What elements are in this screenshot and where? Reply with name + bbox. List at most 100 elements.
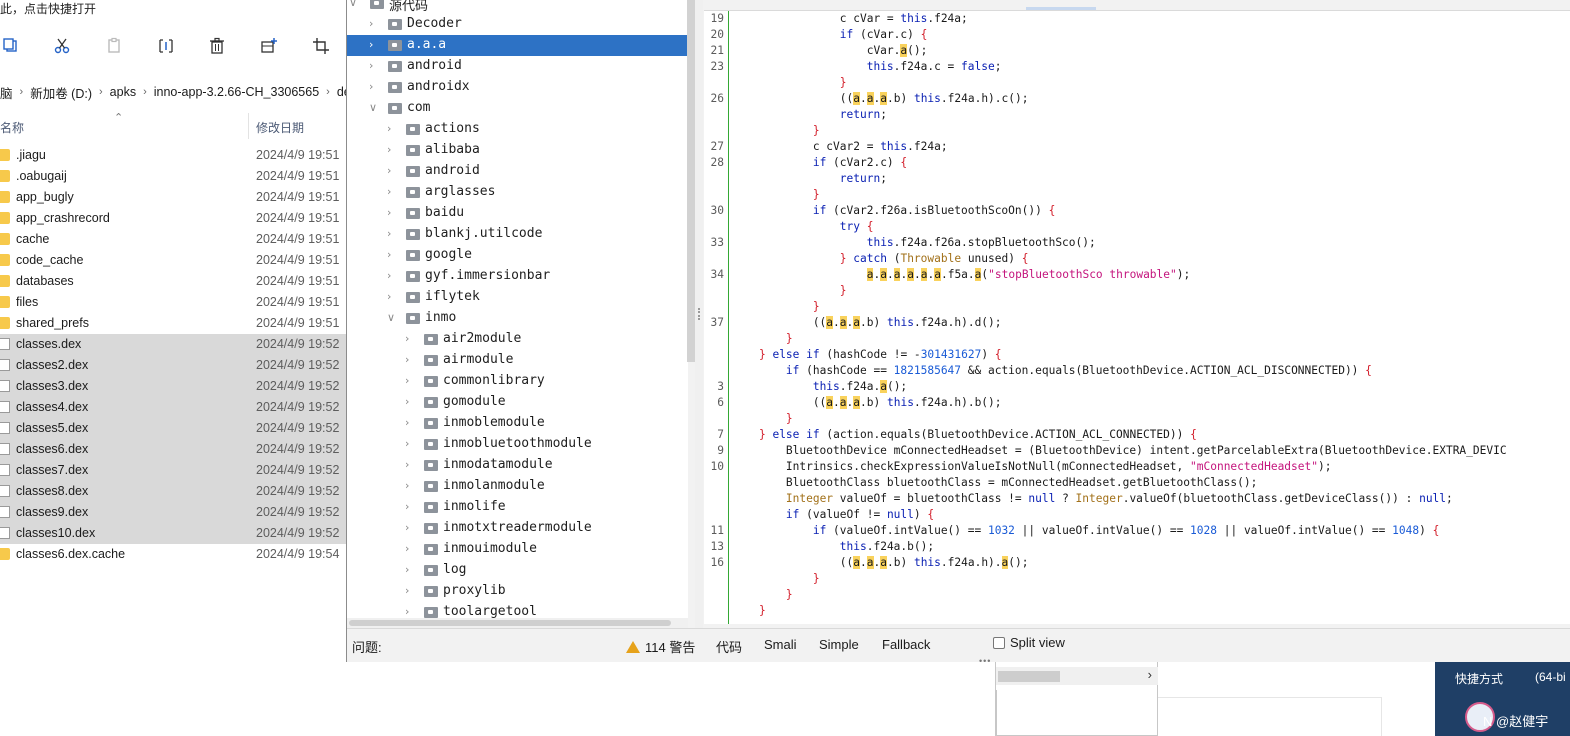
chevron-right-icon[interactable]: › — [405, 542, 415, 555]
rename-icon[interactable] — [155, 34, 177, 58]
pane-splitter[interactable] — [695, 0, 703, 628]
breadcrumb-item[interactable]: 脑 — [0, 83, 13, 102]
scrollbar-thumb[interactable] — [349, 620, 671, 626]
breadcrumb-item[interactable]: inno-app-3.2.66-CH_3306565 — [154, 85, 319, 99]
column-divider[interactable] — [248, 113, 249, 139]
file-row[interactable]: shared_prefs 2024/4/9 19:51 — [0, 313, 346, 334]
tree-item-package[interactable]: ∨ com — [347, 98, 688, 119]
breadcrumb-item[interactable]: apks — [110, 85, 136, 99]
file-row[interactable]: app_crashrecord 2024/4/9 19:51 — [0, 208, 346, 229]
chevron-right-icon[interactable]: › — [405, 374, 415, 387]
file-row[interactable]: classes8.dex 2024/4/9 19:52 — [0, 481, 346, 502]
tree-item-package[interactable]: › inmolanmodule — [347, 476, 688, 497]
tree-vertical-scrollbar[interactable] — [687, 0, 695, 362]
file-row[interactable]: classes7.dex 2024/4/9 19:52 — [0, 460, 346, 481]
background-horizontal-scrollbar[interactable]: › — [996, 667, 1158, 685]
tree-item-package[interactable]: › android — [347, 56, 688, 77]
file-row[interactable]: classes.dex 2024/4/9 19:52 — [0, 334, 346, 355]
chevron-right-icon[interactable]: › — [387, 227, 397, 240]
column-name-header[interactable]: 名称 — [0, 119, 24, 136]
chevron-right-icon[interactable]: › — [387, 185, 397, 198]
tree-item-package[interactable]: › iflytek — [347, 287, 688, 308]
new-item-icon[interactable] — [258, 34, 280, 58]
chevron-right-icon[interactable]: › — [387, 269, 397, 282]
chevron-right-icon[interactable]: › — [405, 332, 415, 345]
chevron-right-icon[interactable]: › — [369, 80, 379, 93]
chevron-right-icon[interactable]: › — [405, 353, 415, 366]
tree-item-package[interactable]: › a.a.a — [347, 35, 688, 56]
chevron-right-icon[interactable]: › — [405, 458, 415, 471]
warnings-indicator[interactable]: 114 警告 — [626, 637, 695, 656]
chevron-right-icon[interactable]: › — [1148, 667, 1152, 682]
tree-item-package[interactable]: › android — [347, 161, 688, 182]
tree-item-package[interactable]: › inmodatamodule — [347, 455, 688, 476]
tab-code[interactable]: 代码 — [716, 637, 742, 656]
tree-item-package[interactable]: › inmouimodule — [347, 539, 688, 560]
tree-item-package[interactable]: › blankj.utilcode — [347, 224, 688, 245]
tree-horizontal-scrollbar[interactable] — [347, 618, 688, 628]
tree-item-package[interactable]: › airmodule — [347, 350, 688, 371]
file-row[interactable]: classes5.dex 2024/4/9 19:52 — [0, 418, 346, 439]
file-row[interactable]: app_bugly 2024/4/9 19:51 — [0, 187, 346, 208]
delete-icon[interactable] — [206, 34, 228, 58]
scrollbar-thumb[interactable] — [998, 671, 1060, 682]
file-row[interactable]: .oabugaij 2024/4/9 19:51 — [0, 166, 346, 187]
tab-fallback[interactable]: Fallback — [882, 637, 930, 652]
tree-item-package[interactable]: › gyf.immersionbar — [347, 266, 688, 287]
chevron-right-icon[interactable]: › — [405, 500, 415, 513]
file-row[interactable]: classes10.dex 2024/4/9 19:52 — [0, 523, 346, 544]
tree-root-sources[interactable]: ∨ 源代码 — [347, 0, 688, 14]
chevron-right-icon[interactable]: › — [369, 17, 379, 30]
resize-grip-icon[interactable]: ••• — [979, 656, 991, 666]
tab-simple[interactable]: Simple — [819, 637, 859, 652]
split-view-checkbox[interactable] — [993, 636, 1005, 649]
chevron-down-icon[interactable]: ∨ — [349, 0, 359, 9]
chevron-right-icon[interactable]: › — [405, 416, 415, 429]
tree-item-package[interactable]: ∨ inmo — [347, 308, 688, 329]
chevron-right-icon[interactable]: › — [387, 164, 397, 177]
chevron-down-icon[interactable]: ∨ — [369, 101, 379, 114]
chevron-right-icon[interactable]: › — [387, 122, 397, 135]
file-row[interactable]: files 2024/4/9 19:51 — [0, 292, 346, 313]
file-row[interactable]: databases 2024/4/9 19:51 — [0, 271, 346, 292]
chevron-right-icon[interactable]: › — [405, 605, 415, 618]
tree-item-package[interactable]: › inmoblemodule — [347, 413, 688, 434]
file-row[interactable]: classes6.dex.cache 2024/4/9 19:54 — [0, 544, 346, 565]
chevron-down-icon[interactable]: ∨ — [387, 311, 397, 324]
file-row[interactable]: cache 2024/4/9 19:51 — [0, 229, 346, 250]
copy-icon[interactable] — [0, 34, 22, 58]
chevron-right-icon[interactable]: › — [405, 437, 415, 450]
tree-item-package[interactable]: › proxylib — [347, 581, 688, 602]
chevron-right-icon[interactable]: › — [387, 143, 397, 156]
tree-item-package[interactable]: › google — [347, 245, 688, 266]
file-row[interactable]: code_cache 2024/4/9 19:51 — [0, 250, 346, 271]
chevron-right-icon[interactable]: › — [405, 563, 415, 576]
crop-icon[interactable] — [310, 34, 332, 58]
breadcrumb-item[interactable]: de — [337, 85, 346, 99]
tree-item-package[interactable]: › commonlibrary — [347, 371, 688, 392]
tree-item-package[interactable]: › arglasses — [347, 182, 688, 203]
tree-item-package[interactable]: › Decoder — [347, 14, 688, 35]
tree-item-package[interactable]: › inmobluetoothmodule — [347, 434, 688, 455]
file-row[interactable]: classes3.dex 2024/4/9 19:52 — [0, 376, 346, 397]
tree-item-package[interactable]: › air2module — [347, 329, 688, 350]
file-row[interactable]: classes2.dex 2024/4/9 19:52 — [0, 355, 346, 376]
chevron-right-icon[interactable]: › — [405, 521, 415, 534]
chevron-right-icon[interactable]: › — [369, 38, 379, 51]
tab-smali[interactable]: Smali — [764, 637, 797, 652]
tree-item-package[interactable]: › log — [347, 560, 688, 581]
tree-item-package[interactable]: › alibaba — [347, 140, 688, 161]
breadcrumb-item[interactable]: 新加卷 (D:) — [30, 83, 92, 102]
chevron-right-icon[interactable]: › — [369, 59, 379, 72]
chevron-right-icon[interactable]: › — [405, 479, 415, 492]
file-row[interactable]: classes4.dex 2024/4/9 19:52 — [0, 397, 346, 418]
breadcrumb[interactable]: 脑 › 新加卷 (D:) › apks › inno-app-3.2.66-CH_33… — [0, 82, 346, 102]
chevron-right-icon[interactable]: › — [387, 290, 397, 303]
chevron-right-icon[interactable]: › — [387, 248, 397, 261]
file-row[interactable]: classes6.dex 2024/4/9 19:52 — [0, 439, 346, 460]
code-editor[interactable]: 19 c cVar = this.f24a; 20 if (cVar.c) {21… — [704, 10, 1570, 624]
tree-item-package[interactable]: › actions — [347, 119, 688, 140]
file-row[interactable]: classes9.dex 2024/4/9 19:52 — [0, 502, 346, 523]
column-date-header[interactable]: 修改日期 — [256, 119, 304, 136]
tree-item-package[interactable]: › baidu — [347, 203, 688, 224]
